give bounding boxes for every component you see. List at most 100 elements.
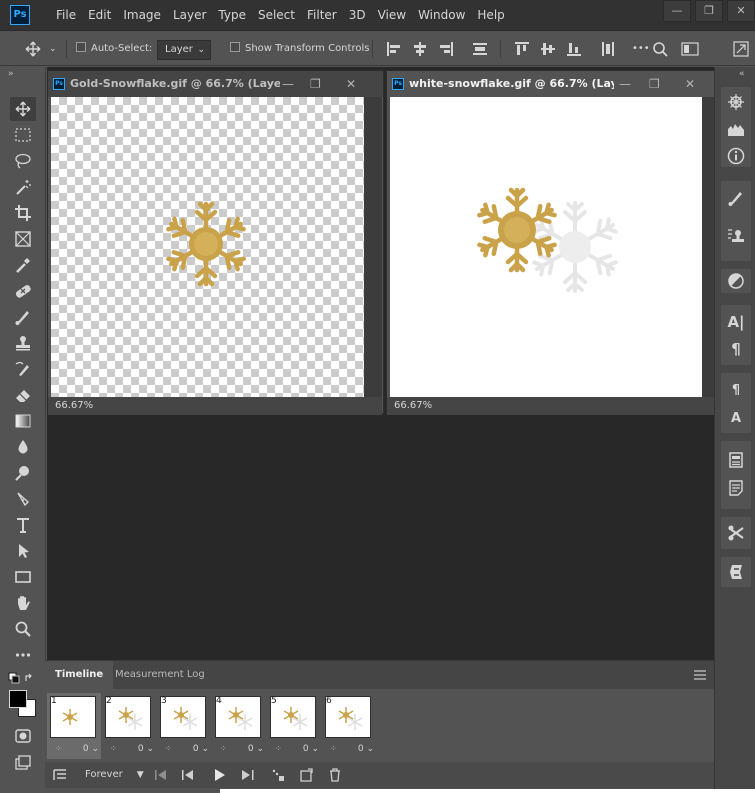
frame-delay[interactable]: 0 ⌄ [193, 744, 209, 754]
menu-view[interactable]: View [372, 0, 412, 31]
clone-source-icon[interactable] [723, 226, 749, 248]
canvas-transparent[interactable] [51, 97, 364, 397]
disposal-icon[interactable]: ⁘ [165, 744, 172, 753]
frame-delay[interactable]: 0 ⌄ [248, 744, 264, 754]
hand-tool-icon[interactable] [10, 591, 36, 615]
paragraph-styles-icon[interactable]: ¶ [723, 379, 749, 401]
menu-3d[interactable]: 3D [343, 0, 372, 31]
auto-select-checkbox[interactable]: Auto-Select: [76, 32, 152, 66]
frame-6[interactable]: 6 ⁘ 0 ⌄ [322, 693, 376, 759]
menu-file[interactable]: File [50, 0, 82, 31]
document-tab-gold[interactable]: Ps Gold-Snowflake.gif @ 66.7% (Layer ...… [48, 71, 383, 97]
loop-options-dropdown[interactable]: Forever ▼ [85, 762, 144, 788]
vertical-scrollbar[interactable] [364, 97, 382, 397]
tab-measurement-log[interactable]: Measurement Log [105, 661, 215, 689]
disposal-icon[interactable]: ⁘ [55, 744, 62, 753]
adjustments-icon[interactable] [723, 270, 749, 292]
collapse-icon[interactable]: » [8, 69, 14, 79]
default-colors-icon[interactable] [8, 671, 38, 687]
history-brush-tool-icon[interactable] [10, 357, 36, 381]
previous-frame-icon[interactable] [182, 770, 194, 780]
frame-4[interactable]: 4 ⁘ 0 ⌄ [212, 693, 266, 759]
more-options-icon[interactable]: ••• [632, 32, 650, 66]
marquee-tool-icon[interactable] [10, 123, 36, 147]
info-icon[interactable] [723, 145, 749, 167]
brush-tool-icon[interactable] [10, 305, 36, 329]
menu-select[interactable]: Select [252, 0, 301, 31]
distribute-icon[interactable] [472, 41, 488, 57]
align-right-icon[interactable] [438, 41, 454, 57]
zoom-tool-icon[interactable] [10, 617, 36, 641]
zoom-status[interactable]: 66.67% [48, 397, 382, 415]
eraser-tool-icon[interactable] [10, 383, 36, 407]
workspace-icon[interactable] [681, 41, 699, 57]
disposal-icon[interactable]: ⁘ [330, 744, 337, 753]
collapse-icon[interactable]: « [739, 69, 745, 79]
screen-mode-icon[interactable] [10, 751, 36, 775]
document-tab-white[interactable]: Ps white-snowflake.gif @ 66.7% (Layer...… [387, 71, 717, 97]
character-styles-icon[interactable]: A [723, 407, 749, 429]
panel-menu-icon[interactable] [694, 670, 706, 680]
share-icon[interactable] [733, 41, 749, 57]
frame-delay[interactable]: 0 ⌄ [138, 744, 154, 754]
blur-tool-icon[interactable] [10, 435, 36, 459]
close-icon[interactable]: ✕ [685, 71, 695, 97]
histogram-icon[interactable] [723, 118, 749, 140]
minimize-icon[interactable]: — [282, 71, 294, 97]
character-icon[interactable]: A| [723, 311, 749, 333]
tab-timeline[interactable]: Timeline [45, 661, 114, 689]
eyedropper-tool-icon[interactable] [10, 253, 36, 277]
menu-filter[interactable]: Filter [301, 0, 343, 31]
frame-delay[interactable]: 0 ⌄ [83, 744, 99, 754]
tween-icon[interactable] [271, 768, 285, 782]
more-tools-icon[interactable] [10, 643, 36, 667]
duplicate-frame-icon[interactable] [299, 768, 313, 782]
frame-delay[interactable]: 0 ⌄ [358, 744, 374, 754]
dodge-tool-icon[interactable] [10, 461, 36, 485]
brush-settings-icon[interactable] [723, 187, 749, 209]
delete-frame-icon[interactable] [328, 768, 342, 782]
frame-1[interactable]: 1 ⁘ 0 ⌄ [47, 693, 101, 759]
crop-tool-icon[interactable] [10, 201, 36, 225]
menu-type[interactable]: Type [212, 0, 252, 31]
menu-help[interactable]: Help [471, 0, 510, 31]
notes-icon[interactable] [723, 477, 749, 499]
type-tool-icon[interactable] [10, 513, 36, 537]
chevron-down-icon[interactable]: ⌄ [49, 32, 57, 66]
frame-tool-icon[interactable] [10, 227, 36, 251]
restore-icon[interactable]: ❐ [310, 71, 321, 97]
play-icon[interactable] [215, 769, 225, 781]
close-icon[interactable]: ✕ [346, 71, 356, 97]
disposal-icon[interactable]: ⁘ [110, 744, 117, 753]
restore-button[interactable]: ❐ [695, 0, 723, 22]
pen-tool-icon[interactable] [10, 487, 36, 511]
paragraph-icon[interactable]: ¶ [723, 338, 749, 360]
menu-image[interactable]: Image [117, 0, 167, 31]
menu-edit[interactable]: Edit [82, 0, 117, 31]
tool-presets-icon[interactable] [723, 522, 749, 544]
align-center-icon[interactable] [412, 41, 428, 57]
foreground-color-swatch[interactable] [9, 690, 27, 708]
restore-icon[interactable]: ❐ [649, 71, 660, 97]
convert-timeline-icon[interactable] [53, 768, 67, 782]
menu-window[interactable]: Window [412, 0, 471, 31]
next-frame-icon[interactable] [242, 770, 254, 780]
frame-5[interactable]: 5 ⁘ 0 ⌄ [267, 693, 321, 759]
frame-3[interactable]: 3 ⁘ 0 ⌄ [157, 693, 211, 759]
close-button[interactable]: ✕ [727, 0, 755, 22]
properties-icon[interactable] [723, 449, 749, 471]
disposal-icon[interactable]: ⁘ [275, 744, 282, 753]
rectangle-tool-icon[interactable] [10, 565, 36, 589]
gradient-tool-icon[interactable] [10, 409, 36, 433]
move-tool-preset-icon[interactable] [24, 32, 42, 66]
align-left-icon[interactable] [386, 41, 402, 57]
align-bottom-icon[interactable] [566, 41, 582, 57]
lasso-tool-icon[interactable] [10, 149, 36, 173]
path-selection-tool-icon[interactable] [10, 539, 36, 563]
align-top-icon[interactable] [514, 41, 530, 57]
zoom-status[interactable]: 66.67% [387, 397, 717, 415]
menu-layer[interactable]: Layer [167, 0, 212, 31]
healing-brush-tool-icon[interactable] [10, 279, 36, 303]
auto-select-dropdown[interactable]: Layer ⌄ [157, 40, 211, 60]
minimize-icon[interactable]: — [619, 71, 631, 97]
